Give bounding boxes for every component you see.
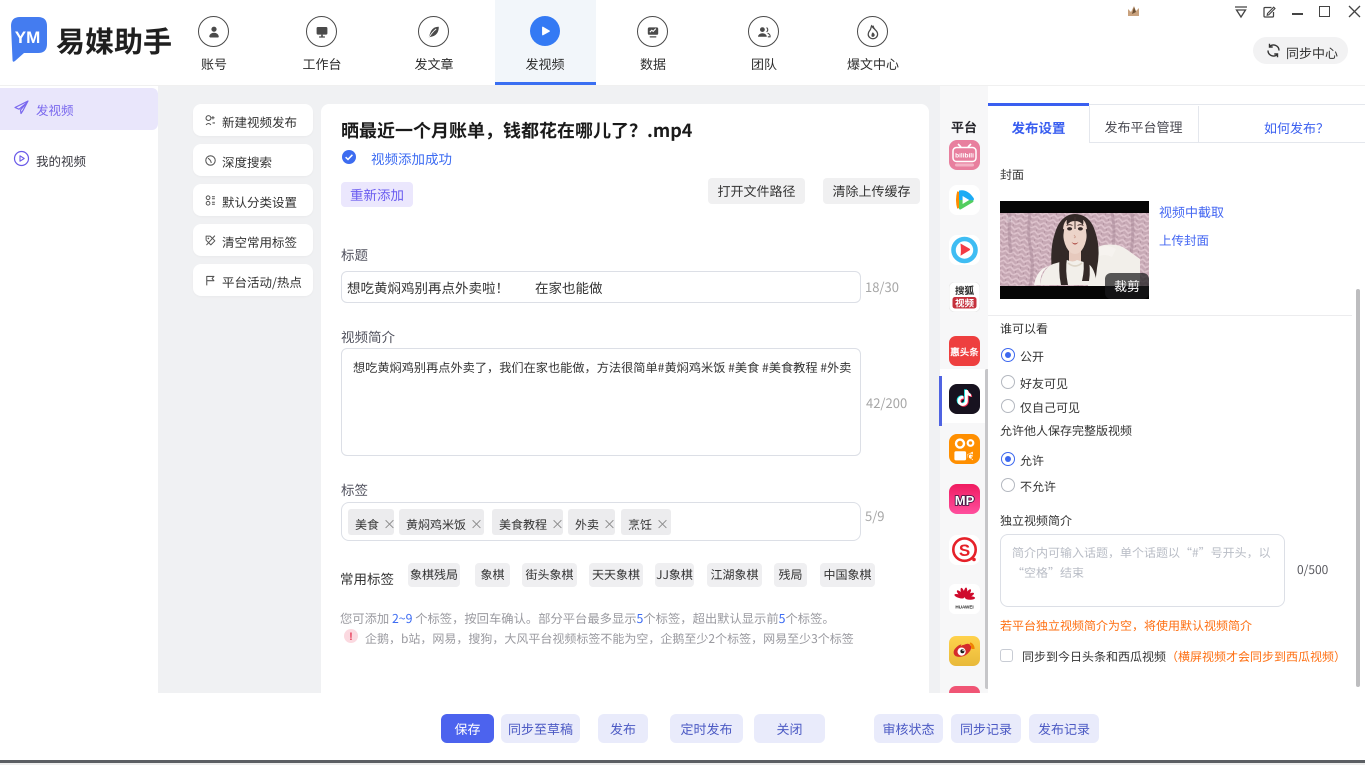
svg-text:晒: 晒 — [1006, 214, 1013, 224]
svg-text:惠头条: 惠头条 — [950, 345, 979, 359]
svg-text:S: S — [959, 541, 970, 560]
svg-text:MP: MP — [955, 493, 975, 508]
svg-text:bilibili: bilibili — [955, 153, 974, 160]
svg-text:HUAWEI: HUAWEI — [955, 605, 973, 610]
svg-text:视频: 视频 — [955, 295, 975, 309]
svg-text:G: G — [967, 453, 973, 462]
svg-text:YM: YM — [15, 28, 41, 47]
